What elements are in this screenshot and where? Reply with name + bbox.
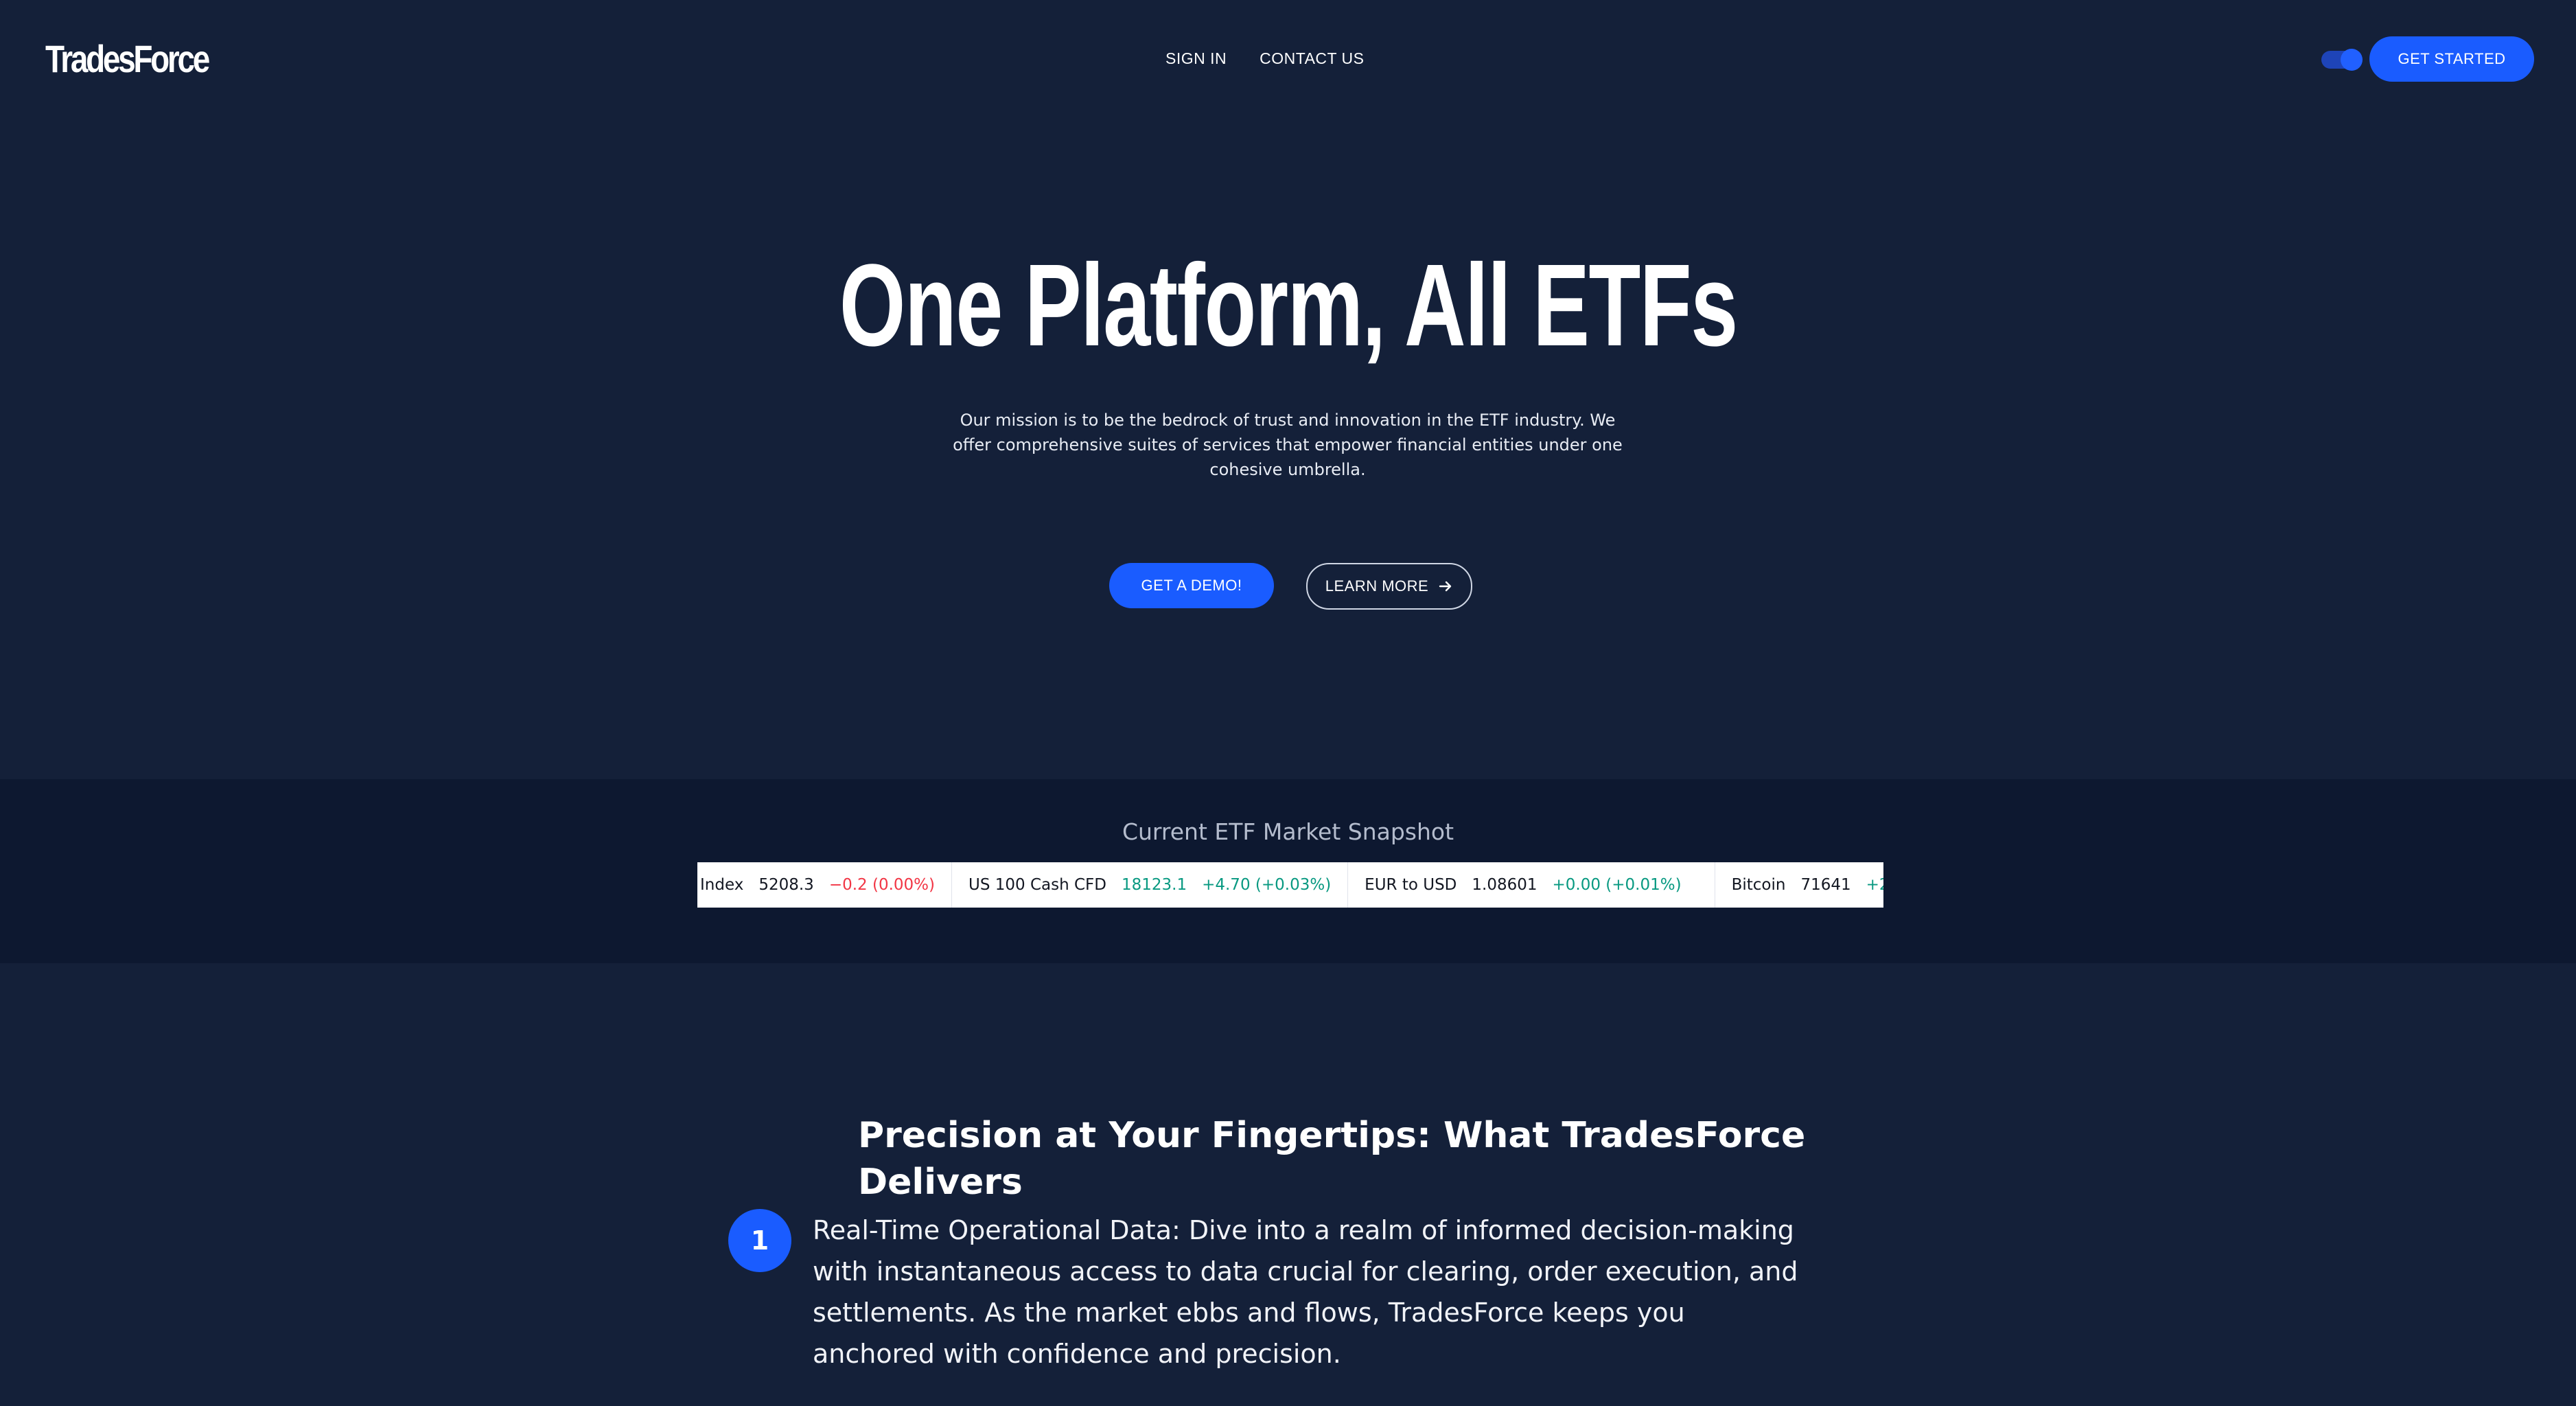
ticker-price: 1.08601 bbox=[1472, 876, 1538, 894]
ticker-symbol: US 100 Cash CFD bbox=[968, 876, 1106, 894]
ticker-symbol: Index bbox=[700, 876, 744, 894]
ticker-tape-widget[interactable]: Index 5208.3 −0.2 (0.00%) US 100 Cash CF… bbox=[697, 862, 1883, 908]
top-navigation-bar: TradesForce SIGN IN CONTACT US GET START… bbox=[0, 0, 2576, 117]
ticker-item[interactable]: US 100 Cash CFD 18123.1 +4.70 (+0.03%) bbox=[952, 862, 1349, 908]
arrow-right-icon bbox=[1439, 581, 1452, 592]
hero-title: One Platform, All ETFs bbox=[0, 240, 2576, 371]
tradesforce-logo[interactable]: TradesForce bbox=[45, 38, 210, 80]
main-nav: SIGN IN CONTACT US bbox=[1165, 48, 1365, 69]
ticker-item[interactable]: EUR to USD 1.08601 +0.00 (+0.01%) bbox=[1348, 862, 1715, 908]
ticker-price: 18123.1 bbox=[1121, 876, 1187, 894]
learn-more-button[interactable]: LEARN MORE bbox=[1306, 563, 1472, 610]
ticker-change: +0.00 (+0.01%) bbox=[1552, 876, 1682, 894]
ticker-change: +2283 (+3.29%) bbox=[1866, 876, 1883, 894]
ticker-item[interactable]: Index 5208.3 −0.2 (0.00%) bbox=[697, 862, 952, 908]
nav-sign-in-link[interactable]: SIGN IN bbox=[1165, 48, 1227, 69]
get-started-button[interactable]: GET STARTED bbox=[2369, 36, 2534, 82]
ticker-change: −0.2 (0.00%) bbox=[828, 876, 935, 894]
features-section-title: Precision at Your Fingertips: What Trade… bbox=[858, 1115, 1806, 1203]
feature-description: Real-Time Operational Data: Dive into a … bbox=[813, 1215, 1798, 1369]
learn-more-label: LEARN MORE bbox=[1325, 577, 1429, 595]
ticker-price: 71641 bbox=[1800, 876, 1851, 894]
ticker-item[interactable]: Bitcoin 71641 +2283 (+3.29%) bbox=[1715, 862, 1883, 908]
hero-title-text: One Platform, All ETFs bbox=[839, 240, 1738, 371]
get-a-demo-button[interactable]: GET A DEMO! bbox=[1109, 563, 1274, 608]
theme-toggle-knob bbox=[2341, 49, 2363, 71]
nav-contact-us-link[interactable]: CONTACT US bbox=[1260, 48, 1364, 69]
theme-toggle[interactable] bbox=[2321, 49, 2363, 71]
ticker-price: 5208.3 bbox=[758, 876, 814, 894]
ticker-symbol: EUR to USD bbox=[1365, 876, 1457, 894]
ticker-symbol: Bitcoin bbox=[1731, 876, 1786, 894]
feature-number-badge: 1 bbox=[728, 1209, 791, 1272]
market-snapshot-title: Current ETF Market Snapshot bbox=[1122, 818, 1454, 845]
ticker-change: +4.70 (+0.03%) bbox=[1202, 876, 1332, 894]
hero-subtitle: Our mission is to be the bedrock of trus… bbox=[953, 411, 1623, 479]
